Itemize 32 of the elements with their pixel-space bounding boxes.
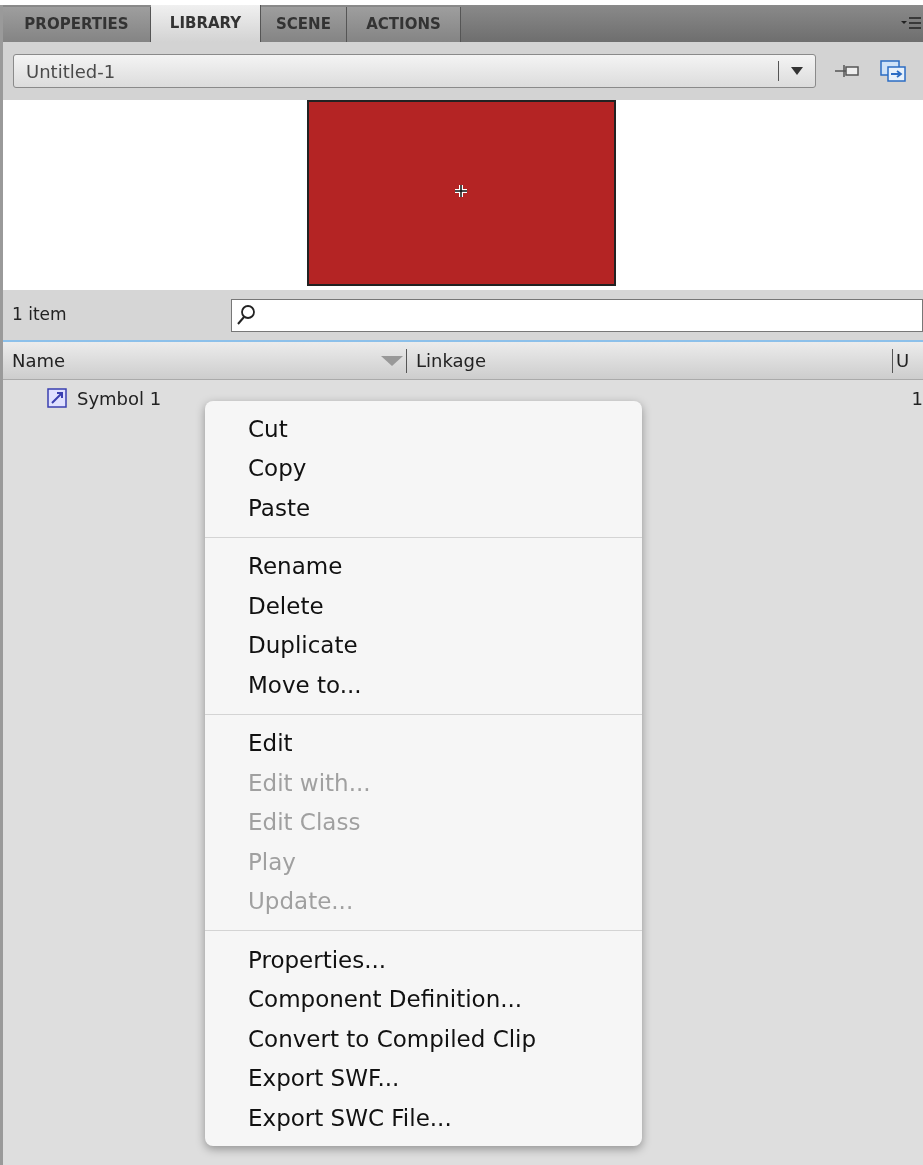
menu-item[interactable]: Rename [205,546,642,586]
search-field[interactable] [231,298,923,332]
search-icon [236,304,256,326]
caret-icon [791,67,803,75]
menu-item[interactable]: Edit [205,723,642,763]
symbol-icon [47,388,67,408]
table-cell-text: 1 [911,386,923,411]
dropdown-value: Untitled-1 [25,59,117,84]
panel-menu-icon[interactable] [901,17,921,29]
column-header[interactable]: Linkage [407,347,892,374]
menu-item[interactable]: Cut [205,409,642,449]
tab[interactable]: SCENE [261,7,347,42]
tab[interactable]: LIBRARY [151,5,261,42]
crosshair-icon [454,184,468,198]
menu-item[interactable]: Copy [205,448,642,488]
item-name[interactable]: Symbol 1 [77,384,162,412]
column-header[interactable]: U [893,347,910,374]
menu-item[interactable]: Paste [205,488,642,528]
menu-item[interactable]: Duplicate [205,625,642,665]
tab[interactable]: ACTIONS [347,7,461,42]
menu-item[interactable]: Convert to Compiled Clip [205,1019,642,1059]
item-count: 1 item [11,303,68,327]
document-dropdown[interactable]: Untitled-1 [13,54,816,88]
menu-item[interactable]: Component Definition... [205,979,642,1019]
column-header[interactable]: Name [3,347,381,374]
tab[interactable]: PROPERTIES [3,7,151,42]
menu-item[interactable]: Export SWC File... [205,1098,642,1138]
menu-item[interactable]: Move to... [205,665,642,705]
new-window-icon[interactable] [880,60,906,82]
menu-item[interactable]: Properties... [205,940,642,980]
menu-item[interactable]: Export SWF... [205,1058,642,1098]
menu-item[interactable]: Delete [205,586,642,626]
